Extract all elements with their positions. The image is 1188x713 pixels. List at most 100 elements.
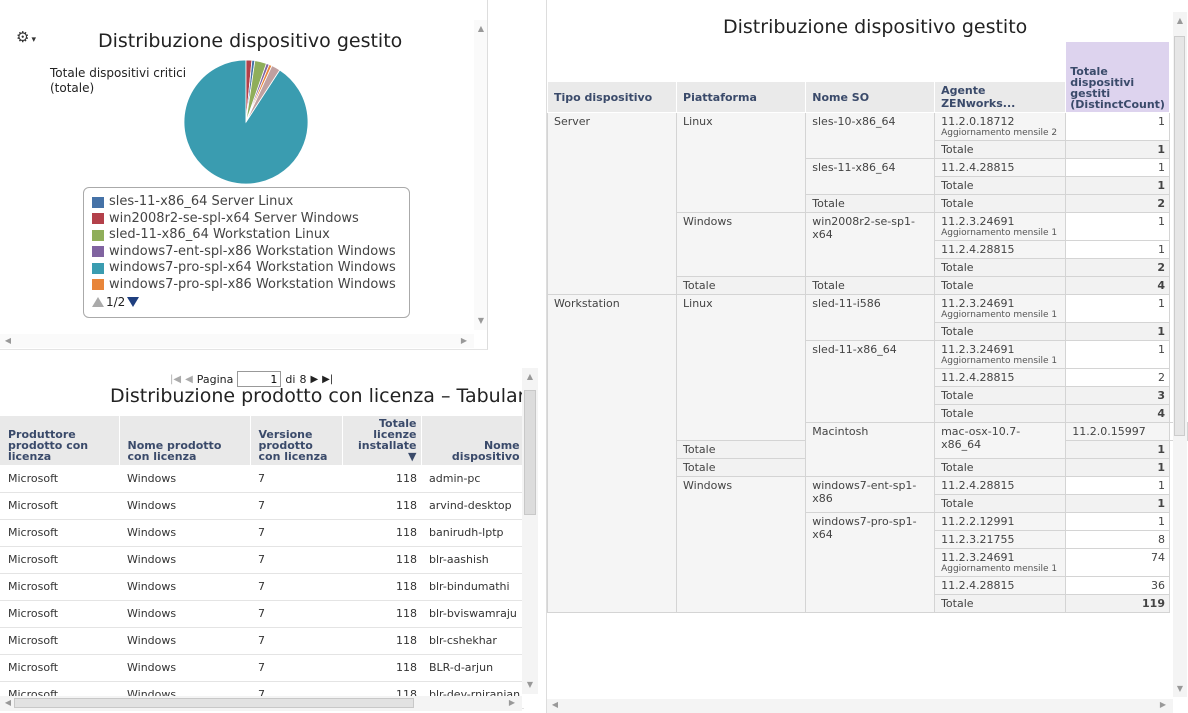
cell-versione: 7 [250,573,342,601]
pivot-cell-agent: 11.2.4.28815 [934,576,1067,595]
pivot-value: 1 [1065,112,1170,141]
legend-pager: 1/2 [92,295,409,309]
pager-of-label: di [285,372,296,386]
cell-nome-prodotto: Windows [119,600,250,628]
cell-nome-prodotto: Windows [119,465,250,493]
legend-swatch [92,213,104,225]
legend-item[interactable]: sles-11-x86_64 Server Linux [92,194,409,211]
prev-page-icon[interactable]: ◀ [185,374,193,385]
agent-version: 11.2.3.24691 [941,215,1015,228]
cell-nome-dispositivo: BLR-d-arjun [421,654,525,682]
pivot-hdr-piattaforma[interactable]: Piattaforma [676,81,807,113]
pivot-vscroll-thumb[interactable] [1174,36,1185,436]
pivot-value: 36 [1065,576,1170,595]
pivot-hscrollbar[interactable]: ◀ ▶ [547,699,1173,713]
agent-update: Aggiornamento mensile 1 [941,228,1058,238]
table-row[interactable]: Microsoft Windows 7 118 blr-bindumathi [0,573,525,601]
pivot-cell-agent: 11.2.0.18712 Aggiornamento mensile 2 [934,112,1067,141]
table-vscrollbar[interactable]: ▲ ▼ [522,368,538,694]
agent-update: Aggiornamento mensile 1 [941,564,1058,574]
table-row[interactable]: Microsoft Windows 7 118 admin-pc [0,465,525,493]
pivot-vscrollbar[interactable]: ▲ ▼ [1173,12,1187,697]
table-hscroll-thumb[interactable] [14,698,414,708]
cell-totale-licenze: 118 [342,465,421,493]
col-header-nome-prodotto[interactable]: Nome prodotto con licenza [119,416,251,465]
legend-next-icon[interactable] [127,297,140,307]
pivot-hdr-agente[interactable]: Agente ZENworks... [934,81,1067,113]
table-row[interactable]: Microsoft Windows 7 118 BLR-d-arjun [0,654,525,682]
table-hscrollbar[interactable]: ◀ ▶ [0,696,522,711]
pivot-measure-header[interactable]: Totale dispositivi gestiti (DistinctCoun… [1065,41,1170,113]
pivot-cell-agent: 11.2.3.24691 Aggiornamento mensile 1 [934,340,1067,369]
gear-menu-button[interactable]: ⚙ ▾ [16,28,54,50]
legend-swatch [92,196,104,208]
last-page-icon[interactable]: ▶| [322,374,333,385]
pivot-cell-windows: Windows [676,476,807,613]
pie-chart [183,59,309,185]
agent-version: 11.2.3.24691 [941,343,1015,356]
chart-hscrollbar[interactable]: ◀ ▶ [0,334,474,348]
col-header-nome-dispositivo[interactable]: Nome dispositivo [421,416,525,465]
table-row[interactable]: Microsoft Windows 7 118 blr-aashish [0,546,525,574]
pivot-total-label: Totale [805,194,936,213]
legend-item[interactable]: windows7-ent-spl-x86 Workstation Windows [92,244,409,261]
cell-versione: 7 [250,492,342,520]
pivot-total-label: Totale [934,140,1067,159]
pivot-cell-server: Server [547,112,678,295]
legend-item[interactable]: windows7-pro-spl-x86 Workstation Windows [92,277,409,294]
table-row[interactable]: Microsoft Windows 7 118 arvind-desktop [0,492,525,520]
pivot-subtotal: 1 [1065,458,1170,477]
pivot-cell-agent: 11.2.2.12991 [934,512,1067,531]
pivot-subtotal: 4 [1065,404,1170,423]
cell-produttore: Microsoft [0,627,119,655]
cell-nome-dispositivo: admin-pc [421,465,525,493]
cell-nome-dispositivo: blr-cshekhar [421,627,525,655]
pivot-cell-so: mac-osx-10.7-x86_64 [934,422,1067,459]
legend-swatch [92,229,104,241]
pivot-cell-macintosh: Macintosh [805,422,936,477]
col-header-versione[interactable]: Versione prodotto con licenza [250,416,343,465]
legend-label: sled-11-x86_64 Workstation Linux [109,227,330,242]
agent-update: Aggiornamento mensile 2 [941,128,1058,138]
pivot-cell-so: sled-11-x86_64 [805,340,936,423]
pivot-total-label: Totale [934,322,1067,341]
chevron-down-icon: ▾ [31,35,36,45]
pivot-cell-so: windows7-pro-sp1-x64 [805,512,936,613]
pivot-hdr-tipo[interactable]: Tipo dispositivo [547,81,678,113]
pivot-total-label: Totale [676,276,807,295]
col-header-totale-licenze[interactable]: Totale licenze installate ▼ [342,416,422,465]
legend-label: windows7-ent-spl-x86 Workstation Windows [109,243,396,259]
cell-nome-prodotto: Windows [119,546,250,574]
pivot-subtotal: 1 [1065,494,1170,513]
cell-nome-dispositivo: blr-aashish [421,546,525,574]
cell-nome-prodotto: Windows [119,627,250,655]
pivot-hdr-nome-so[interactable]: Nome SO [805,81,936,113]
legend-label: windows7-pro-spl-x86 Workstation Windows [109,276,396,292]
table-row[interactable]: Microsoft Windows 7 118 blr-bviswamraju [0,600,525,628]
chart-title: Distribuzione dispositivo gestito [98,30,403,52]
pivot-cell-so: sled-11-i586 [805,294,936,341]
col-header-produttore[interactable]: Produttore prodotto con licenza [0,416,120,465]
pager-total-pages: 8 [299,372,307,386]
legend-item[interactable]: windows7-pro-spl-x64 Workstation Windows [92,260,409,277]
agent-version: 11.2.3.24691 [941,551,1015,564]
pivot-cell-so: sles-11-x86_64 [805,158,936,195]
pivot-subtotal: 119 [1065,594,1170,613]
table-row[interactable]: Microsoft Windows 7 118 banirudh-lptp [0,519,525,547]
pivot-subtotal: 4 [1065,276,1170,295]
cell-produttore: Microsoft [0,600,119,628]
next-page-icon[interactable]: ▶ [310,374,318,385]
legend-swatch [92,246,104,258]
pivot-value: 1 [1065,158,1170,177]
pivot-cell-agent: 11.2.4.28815 [934,476,1067,495]
legend-prev-icon[interactable] [92,297,104,307]
chart-vscrollbar[interactable]: ▲ ▼ [474,20,487,330]
cell-totale-licenze: 118 [342,492,421,520]
legend-item[interactable]: win2008r2-se-spl-x64 Server Windows [92,211,409,228]
legend-item[interactable]: sled-11-x86_64 Workstation Linux [92,227,409,244]
table-vscroll-thumb[interactable] [524,390,536,515]
legend-label: sles-11-x86_64 Server Linux [109,194,294,209]
first-page-icon[interactable]: |◀ [170,374,181,385]
cell-totale-licenze: 118 [342,627,421,655]
table-row[interactable]: Microsoft Windows 7 118 blr-cshekhar [0,627,525,655]
